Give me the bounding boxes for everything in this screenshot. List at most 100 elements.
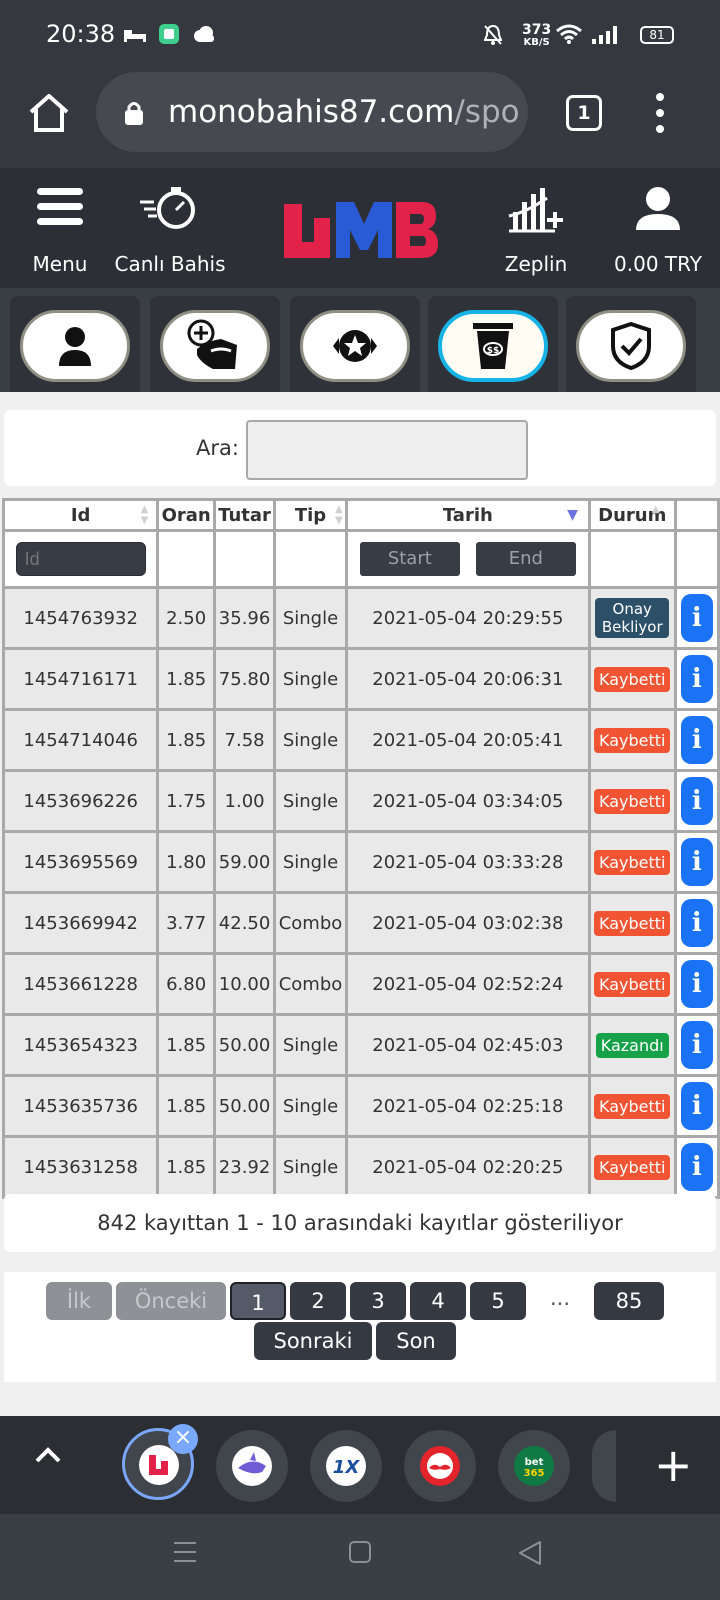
table-row[interactable]: 1453695569 1.80 59.00 Single 2021-05-04 03:3… xyxy=(5,833,717,891)
col-id-header[interactable]: Id ▲ ▼ xyxy=(5,501,157,529)
info-button[interactable]: i xyxy=(680,777,713,825)
net-speed: 373 KB/S xyxy=(522,22,552,48)
page-3-button[interactable]: 3 xyxy=(350,1282,406,1320)
battery-icon: 81 xyxy=(640,26,674,44)
tab-bonus[interactable] xyxy=(290,296,420,392)
account-balance-button[interactable]: 0.00 TRY xyxy=(602,186,714,282)
cell-oran: 2.50 xyxy=(159,589,213,647)
page-5-button[interactable]: 5 xyxy=(470,1282,526,1320)
tab-deposit[interactable] xyxy=(150,296,280,392)
mustache-app-icon xyxy=(427,1453,453,1479)
prev-page-button[interactable]: Önceki xyxy=(116,1282,226,1320)
cell-id: 1453654323 xyxy=(5,1016,157,1074)
info-button[interactable]: i xyxy=(680,594,713,642)
info-button[interactable]: i xyxy=(680,1021,713,1069)
cell-durum: Kaybetti xyxy=(590,772,674,830)
recent-apps-icon[interactable] xyxy=(172,1540,198,1564)
page-2-button[interactable]: 2 xyxy=(290,1282,346,1320)
home-icon[interactable] xyxy=(26,90,72,136)
col-durum-header[interactable]: Durum ▲ xyxy=(590,501,674,529)
cell-durum: Kazandı xyxy=(590,1016,674,1074)
menu-button[interactable]: Menu xyxy=(22,186,98,282)
info-button[interactable]: i xyxy=(680,1143,713,1191)
app-dock: × 1X bet 365 + xyxy=(0,1416,720,1514)
dock-app-1xbet[interactable]: 1X xyxy=(310,1430,382,1502)
last-page-number-button[interactable]: 85 xyxy=(594,1282,664,1320)
address-bar[interactable]: monobahis87.com/spor xyxy=(96,72,528,152)
table-row[interactable]: 1453635736 1.85 50.00 Single 2021-05-04 02:2… xyxy=(5,1077,717,1135)
col-info-header xyxy=(676,501,717,529)
svg-text:$$: $$ xyxy=(487,346,500,356)
end-date-button[interactable]: End xyxy=(475,542,576,576)
filter-row: Start End xyxy=(5,532,717,586)
tab-bet-history[interactable]: $$ xyxy=(428,296,558,392)
table-row[interactable]: 1453631258 1.85 23.92 Single 2021-05-04 02:2… xyxy=(5,1138,717,1196)
table-row[interactable]: 1454714046 1.85 7.58 Single 2021-05-04 20:05… xyxy=(5,711,717,769)
id-filter-input[interactable] xyxy=(15,542,146,576)
search-input[interactable] xyxy=(246,420,528,480)
deposit-icon xyxy=(187,319,237,369)
info-button[interactable]: i xyxy=(680,716,713,764)
tab-profile[interactable] xyxy=(10,296,140,392)
user-icon xyxy=(636,187,680,230)
cell-tip: Combo xyxy=(276,894,345,952)
next-page-button[interactable]: Sonraki xyxy=(254,1322,372,1360)
info-button[interactable]: i xyxy=(680,899,713,947)
home-nav-icon[interactable] xyxy=(348,1540,372,1564)
info-button[interactable]: i xyxy=(680,960,713,1008)
last-page-button[interactable]: Son xyxy=(376,1322,456,1360)
cell-info: i xyxy=(676,1138,717,1196)
dock-app-bet365[interactable]: bet 365 xyxy=(498,1430,570,1502)
col-tip-header[interactable]: Tip ▲ ▼ xyxy=(276,501,345,529)
info-button[interactable]: i xyxy=(680,1082,713,1130)
sort-icon: ▲ xyxy=(651,504,660,515)
close-app-button[interactable]: × xyxy=(168,1424,198,1454)
status-badge: Kaybetti xyxy=(594,1093,671,1119)
start-date-button[interactable]: Start xyxy=(359,542,460,576)
cell-info: i xyxy=(676,589,717,647)
back-icon[interactable] xyxy=(516,1540,542,1566)
stopwatch-icon xyxy=(140,187,195,229)
signal-icon xyxy=(592,26,617,44)
first-page-button[interactable]: İlk xyxy=(46,1282,112,1320)
cell-oran: 1.85 xyxy=(159,1016,213,1074)
cell-id: 1453631258 xyxy=(5,1138,157,1196)
table-row[interactable]: 1453669942 3.77 42.50 Combo 2021-05-04 03:02… xyxy=(5,894,717,952)
cell-oran: 1.85 xyxy=(159,650,213,708)
chevron-up-icon[interactable] xyxy=(34,1444,62,1464)
table-row[interactable]: 1454763932 2.50 35.96 Single 2021-05-04 20:2… xyxy=(5,589,717,647)
more-vert-icon[interactable] xyxy=(652,92,668,134)
info-button[interactable]: i xyxy=(680,655,713,703)
cell-tip: Single xyxy=(276,711,345,769)
cell-tutar: 10.00 xyxy=(215,955,274,1013)
cell-oran: 1.85 xyxy=(159,711,213,769)
table-row[interactable]: 1454716171 1.85 75.80 Single 2021-05-04 20:0… xyxy=(5,650,717,708)
page-1-button[interactable]: 1 xyxy=(230,1282,286,1320)
cell-tarih: 2021-05-04 02:52:24 xyxy=(347,955,588,1013)
sort-icon: ▲ ▼ xyxy=(335,504,343,526)
cell-id: 1453661228 xyxy=(5,955,157,1013)
live-betting-button[interactable]: Canlı Bahis xyxy=(110,186,230,282)
table-row[interactable]: 1453661228 6.80 10.00 Combo 2021-05-04 02:52… xyxy=(5,955,717,1013)
zeplin-button[interactable]: Zeplin xyxy=(496,186,576,282)
dock-app-mustache[interactable] xyxy=(404,1430,476,1502)
add-app-button[interactable]: + xyxy=(654,1438,693,1492)
col-tutar-header[interactable]: Tutar xyxy=(215,501,274,529)
tab-security[interactable] xyxy=(566,296,696,392)
cell-tutar: 75.80 xyxy=(215,650,274,708)
col-oran-header[interactable]: Oran xyxy=(159,501,213,529)
status-badge: Kaybetti xyxy=(594,788,671,814)
dock-app-shark[interactable] xyxy=(216,1430,288,1502)
dock-app-partial[interactable] xyxy=(592,1430,616,1502)
table-row[interactable]: 1453696226 1.75 1.00 Single 2021-05-04 03:34… xyxy=(5,772,717,830)
info-button[interactable]: i xyxy=(680,838,713,886)
col-tarih-header[interactable]: Tarih ▼ xyxy=(347,501,588,529)
tab-switcher-button[interactable]: 1 xyxy=(566,95,602,131)
table-row[interactable]: 1453654323 1.85 50.00 Single 2021-05-04 02:4… xyxy=(5,1016,717,1074)
cell-tutar: 35.96 xyxy=(215,589,274,647)
cell-durum: Kaybetti xyxy=(590,1138,674,1196)
cell-id: 1454763932 xyxy=(5,589,157,647)
page-4-button[interactable]: 4 xyxy=(410,1282,466,1320)
cell-tip: Single xyxy=(276,1077,345,1135)
site-logo[interactable] xyxy=(280,196,440,262)
